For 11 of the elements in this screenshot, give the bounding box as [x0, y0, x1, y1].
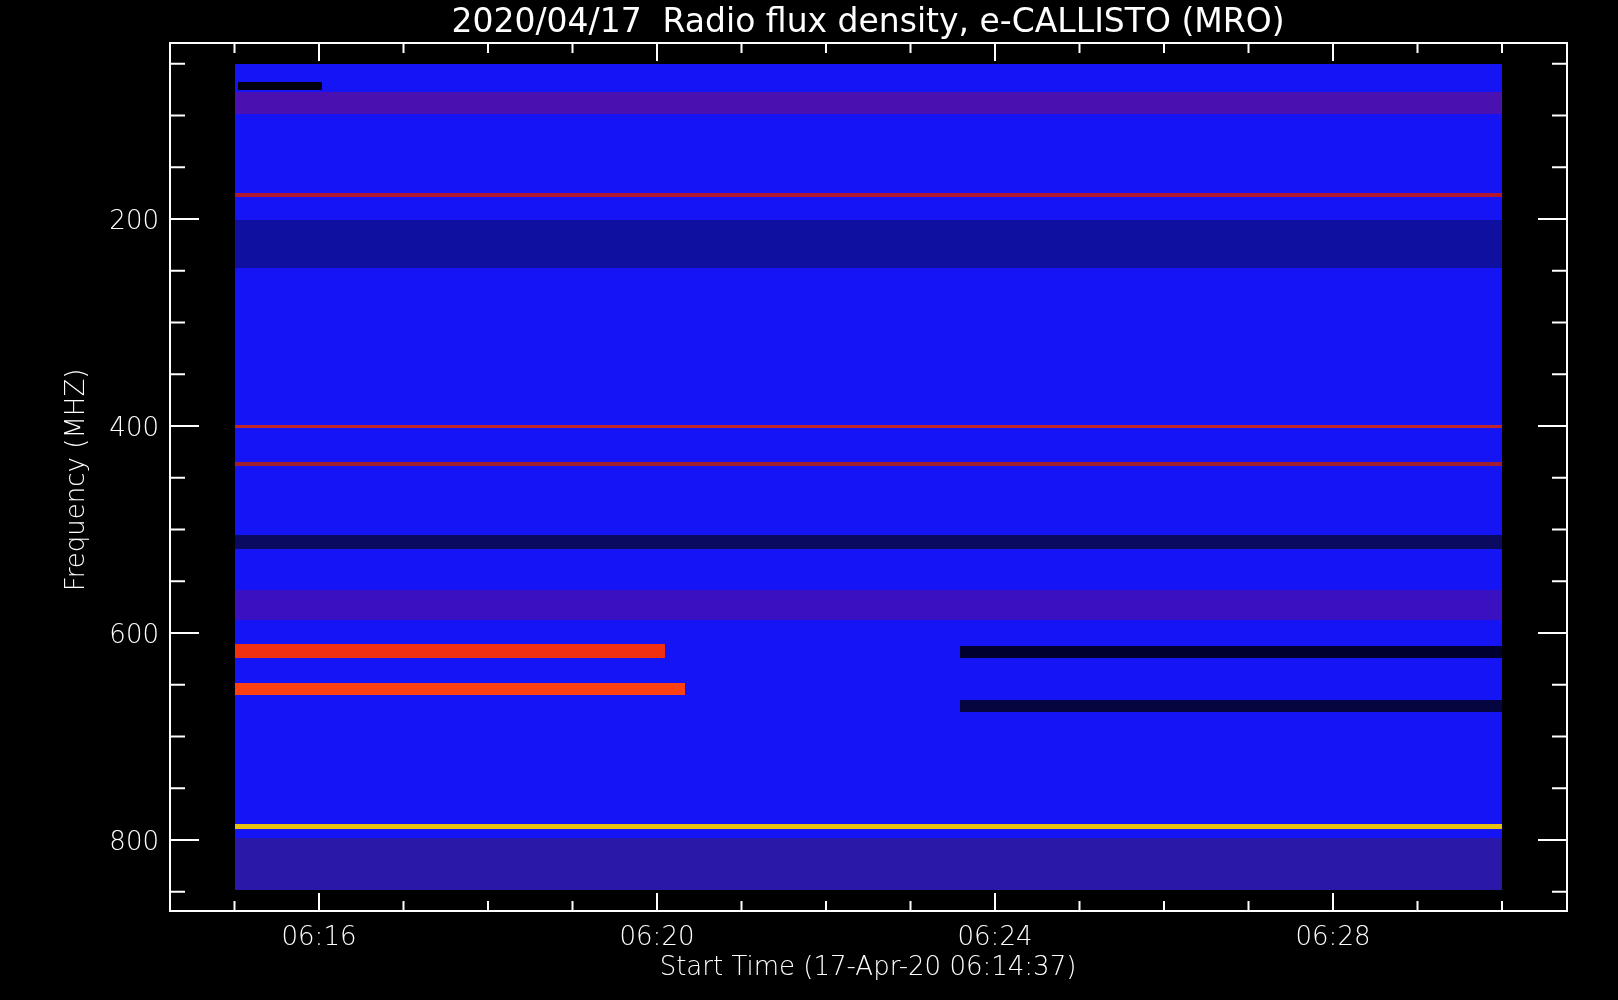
tick-label: 200 — [109, 205, 159, 235]
tick-label: 600 — [109, 619, 159, 649]
axis-label: Frequency (MHZ) — [60, 368, 90, 592]
chart-title: 2020/04/17 Radio flux density, e-CALLISTO (MRO) — [451, 1, 1285, 40]
axis-label: Start Time (17-Apr-20 06:14:37) — [659, 951, 1077, 981]
tick-label: 400 — [109, 412, 159, 442]
tick-label: 06:16 — [281, 921, 357, 951]
tick-label: 06:20 — [619, 921, 695, 951]
tick-label: 06:24 — [957, 921, 1033, 951]
tick-label: 800 — [109, 826, 159, 856]
tick-label: 06:28 — [1295, 921, 1371, 951]
